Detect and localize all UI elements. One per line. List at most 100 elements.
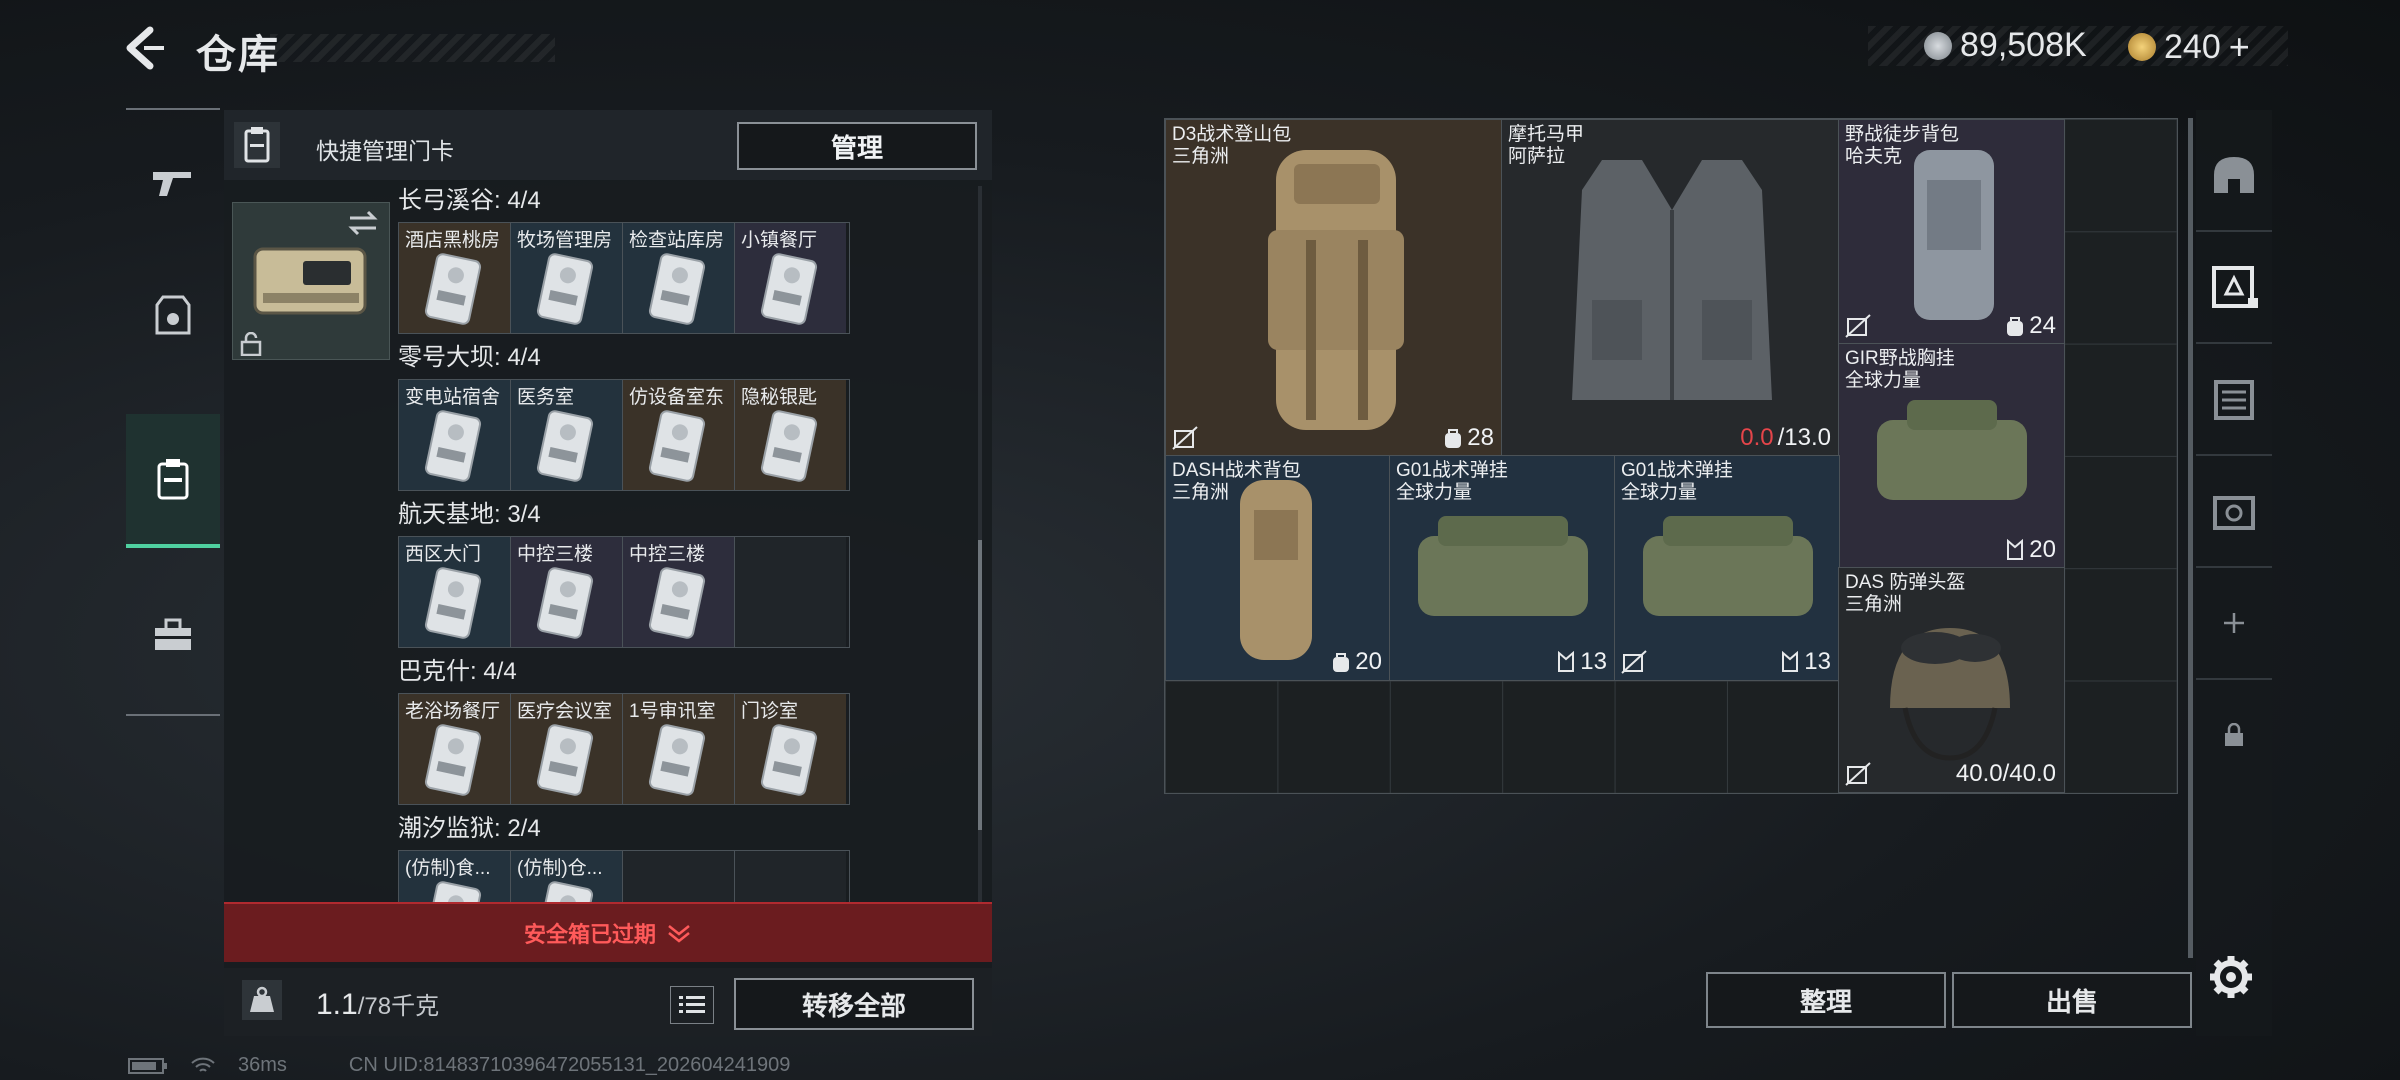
- keycard-slots: 变电站宿舍 医务室 仿设备室东 隐秘银匙: [398, 379, 850, 491]
- keycard-slot[interactable]: 仿设备室东: [623, 380, 735, 490]
- keycard-slot[interactable]: 中控三楼: [623, 537, 735, 647]
- keycard-group: 巴克什: 4/4 老浴场餐厅 医疗会议室 1号审讯室 门诊室: [398, 657, 850, 805]
- stash-grid: D3战术登山包 三角洲 28 摩托马甲 阿萨拉 0.0/13.0 野战徒步背包 …: [1164, 118, 2178, 794]
- keycard-name: 门诊室: [741, 701, 799, 722]
- stash-item-das-helmet[interactable]: DAS 防弹头盔 三角洲 40.0/40.0: [1838, 567, 2065, 793]
- uid-text: CN UID:81483710396472055131_202604241909: [348, 1054, 791, 1076]
- keycard-image: [760, 724, 818, 796]
- backpack-capacity-icon: [1333, 653, 1350, 672]
- add-slot-button[interactable]: [2196, 568, 2272, 680]
- carry-weight-max: /78千克: [357, 993, 440, 1020]
- keycard-name: 仿设备室东: [629, 387, 725, 408]
- item-name: DASH战术背包 三角洲: [1172, 460, 1301, 503]
- settings-button[interactable]: [2206, 952, 2256, 1002]
- transfer-all-button[interactable]: 转移全部: [734, 978, 974, 1030]
- item-name: GIR野战胸挂 全球力量: [1845, 348, 1955, 391]
- keycard-slot[interactable]: 西区大门: [399, 537, 511, 647]
- keycard-image: [648, 567, 706, 639]
- keycard-slot[interactable]: 医疗会议室: [511, 694, 623, 804]
- rig-capacity-icon: [1782, 651, 1799, 672]
- rig-capacity-icon: [2007, 539, 2024, 560]
- keycard-image: [536, 253, 594, 325]
- keycard-slot[interactable]: 门诊室: [735, 694, 846, 804]
- keycard-slot[interactable]: 中控三楼: [511, 537, 623, 647]
- backpack-capacity-icon: [1445, 429, 1462, 448]
- backpack-slot[interactable]: [2196, 344, 2272, 456]
- keycard-name: 医务室: [517, 387, 575, 408]
- armor-icon: [155, 295, 191, 335]
- keycard-name: 西区大门: [405, 544, 482, 565]
- silver-amount: 89,508K: [1960, 26, 2087, 64]
- keycard-slot[interactable]: 医务室: [511, 380, 623, 490]
- backpack-capacity-icon: [2007, 317, 2024, 336]
- sidebar-item-tools[interactable]: [126, 570, 220, 700]
- keycard-name: (仿制)食...: [405, 858, 491, 879]
- keycard-scrollbar-thumb[interactable]: [978, 540, 982, 830]
- pouch-slot[interactable]: [2196, 456, 2272, 568]
- item-name: DAS 防弹头盔 三角洲: [1845, 572, 1966, 615]
- backpack-image: [1268, 150, 1404, 430]
- pouch-slot-icon: [2213, 496, 2255, 530]
- stash-item-g01-rig[interactable]: G01战术弹挂 全球力量 13: [1389, 455, 1616, 681]
- stash-item-gir-chest-rig[interactable]: GIR野战胸挂 全球力量 20: [1838, 343, 2065, 569]
- gun-icon: [153, 172, 191, 196]
- item-name: 野战徒步背包 哈夫克: [1845, 124, 1960, 167]
- title-decoration: [270, 34, 555, 62]
- stash-item-moto-vest[interactable]: 摩托马甲 阿萨拉 0.0/13.0: [1501, 119, 1840, 457]
- keycard-slot[interactable]: 牧场管理房: [511, 223, 623, 333]
- silver-currency: 89,508K: [1924, 26, 2087, 65]
- keycard-slot[interactable]: 检查站库房: [623, 223, 735, 333]
- keycard-slot[interactable]: 酒店黑桃房: [399, 223, 511, 333]
- helmet-image: [1890, 628, 2010, 761]
- keycard-group-label: 航天基地: 3/4: [398, 501, 541, 528]
- keycard-slot[interactable]: 变电站宿舍: [399, 380, 511, 490]
- keycard-panel-footer: 1.1/78千克 转移全部: [224, 968, 992, 1036]
- keycard-slot[interactable]: 隐秘银匙: [735, 380, 846, 490]
- category-sidebar: [126, 108, 220, 716]
- add-icon: [2224, 613, 2244, 633]
- status-bar: 36ms CN UID:81483710396472055131_2026042…: [128, 1054, 790, 1077]
- keycard-name: (仿制)仓...: [517, 858, 603, 879]
- sidebar-item-armor[interactable]: [126, 250, 220, 380]
- safe-box-expired-banner[interactable]: 安全箱已过期: [224, 902, 992, 962]
- keycard-name: 酒店黑桃房: [405, 230, 501, 251]
- stash-item-g01-rig[interactable]: G01战术弹挂 全球力量 13: [1614, 455, 1840, 681]
- sort-button[interactable]: 整理: [1706, 972, 1946, 1028]
- sell-button[interactable]: 出售: [1952, 972, 2192, 1028]
- keycard-icon: [157, 459, 189, 500]
- keycard-slots: 西区大门 中控三楼 中控三楼: [398, 536, 850, 648]
- battery-icon: [128, 1057, 167, 1074]
- locked-slot[interactable]: [2196, 680, 2272, 790]
- item-stat: 24: [2005, 312, 2056, 340]
- keycard-image: [760, 410, 818, 482]
- back-button[interactable]: [120, 24, 180, 72]
- swap-icon[interactable]: [346, 208, 380, 238]
- keycard-slot-empty[interactable]: [735, 537, 846, 647]
- keycard-name: 牧场管理房: [517, 230, 613, 251]
- list-view-button[interactable]: [670, 986, 714, 1024]
- rig-capacity-icon: [1558, 651, 1575, 672]
- stash-item-field-backpack[interactable]: 野战徒步背包 哈夫克 24: [1838, 119, 2065, 345]
- chevron-down-icon: [668, 925, 690, 943]
- keycard-slot[interactable]: 老浴场餐厅: [399, 694, 511, 804]
- keycard-slots: 酒店黑桃房 牧场管理房 检查站库房 小镇餐厅: [398, 222, 850, 334]
- gold-currency[interactable]: 240 +: [2128, 26, 2250, 68]
- item-durability: 40.0/40.0: [1955, 760, 2056, 787]
- helmet-slot[interactable]: [2196, 120, 2272, 232]
- stash-item-d3-backpack[interactable]: D3战术登山包 三角洲 28: [1165, 119, 1503, 457]
- keycard-group: 航天基地: 3/4 西区大门 中控三楼 中控三楼: [398, 500, 850, 648]
- stash-item-dash-backpack[interactable]: DASH战术背包 三角洲 20: [1165, 455, 1391, 681]
- keycard-image: [536, 410, 594, 482]
- add-currency-icon[interactable]: +: [2229, 26, 2250, 68]
- sidebar-item-keycards[interactable]: [126, 414, 220, 548]
- sidebar-item-weapons[interactable]: [126, 118, 220, 248]
- chest-rig-slot[interactable]: [2196, 232, 2272, 344]
- manage-button[interactable]: 管理: [737, 122, 977, 170]
- keycard-name: 中控三楼: [629, 544, 706, 565]
- item-name: 摩托马甲 阿萨拉: [1508, 124, 1585, 167]
- keycard-slot[interactable]: 小镇餐厅: [735, 223, 846, 333]
- keycard-slot[interactable]: 1号审讯室: [623, 694, 735, 804]
- keycard-image: [424, 724, 482, 796]
- carry-weight-current: 1.1: [316, 988, 358, 1021]
- stash-scrollbar[interactable]: [2188, 118, 2193, 958]
